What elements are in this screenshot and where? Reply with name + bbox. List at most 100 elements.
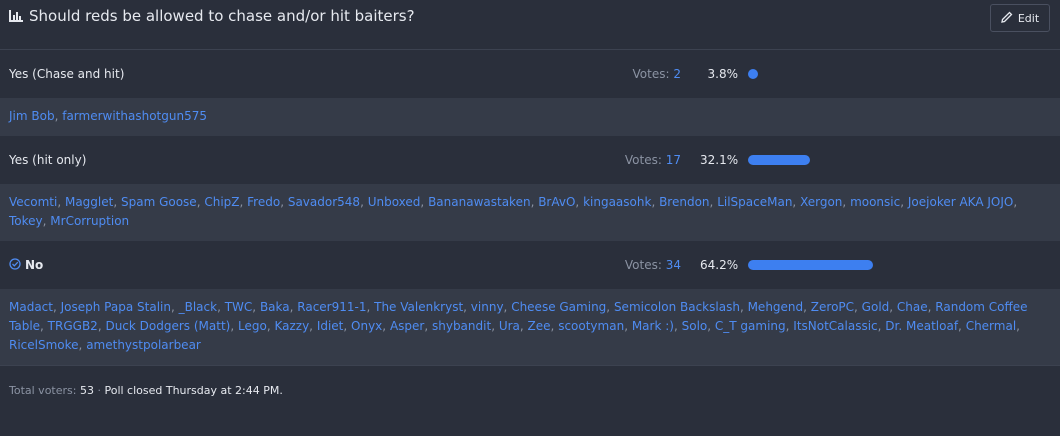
voter-separator: ,	[382, 319, 390, 333]
voter-link[interactable]: Savador548	[288, 195, 360, 209]
voter-link[interactable]: moonsic	[850, 195, 900, 209]
voter-link[interactable]: Jim Bob	[9, 109, 55, 123]
voter-link[interactable]: ZeroPC	[811, 300, 854, 314]
voter-link[interactable]: shybandit	[432, 319, 491, 333]
poll-title-text: Should reds be allowed to chase and/or h…	[29, 7, 415, 25]
voter-separator: ,	[707, 319, 715, 333]
voter-separator: ,	[900, 195, 908, 209]
option-bar-track	[748, 260, 942, 270]
option-label: No	[9, 257, 43, 273]
poll-option-row: Yes (hit only) Votes: 17 32.1%	[0, 136, 1060, 184]
poll-title: Should reds be allowed to chase and/or h…	[9, 7, 415, 25]
voter-link[interactable]: Solo	[682, 319, 708, 333]
voter-link[interactable]: Zee	[528, 319, 551, 333]
total-voters-label: Total voters:	[9, 384, 77, 397]
voter-separator: ,	[1013, 195, 1018, 209]
voter-link[interactable]: farmerwithashotgun575	[62, 109, 207, 123]
edit-button[interactable]: Edit	[990, 4, 1050, 32]
poll-header: Should reds be allowed to chase and/or h…	[0, 0, 1060, 50]
voter-separator: ,	[57, 195, 65, 209]
option-bar-track	[748, 155, 942, 165]
voter-link[interactable]: Idiet	[317, 319, 344, 333]
voter-separator: ,	[366, 300, 375, 314]
voter-separator: ,	[958, 319, 966, 333]
voter-separator: ,	[854, 300, 862, 314]
voter-link[interactable]: Baka	[260, 300, 290, 314]
votes-count-link[interactable]: 2	[673, 67, 681, 81]
voter-link[interactable]: Dr. Meatloaf	[885, 319, 958, 333]
voter-link[interactable]: Fredo	[247, 195, 280, 209]
voter-link[interactable]: Chermal	[966, 319, 1016, 333]
voter-separator: ,	[52, 300, 61, 314]
voter-link[interactable]: BrAvO	[538, 195, 575, 209]
voter-link[interactable]: ChipZ	[204, 195, 239, 209]
voter-link[interactable]: MrCorruption	[50, 214, 129, 228]
voter-link[interactable]: C_T gaming	[715, 319, 786, 333]
bar-chart-icon	[9, 10, 23, 22]
voter-separator: ,	[463, 300, 471, 314]
voter-separator: ,	[424, 319, 432, 333]
voter-separator: ,	[651, 195, 660, 209]
voter-link[interactable]: amethystpolarbear	[86, 338, 201, 352]
voter-link[interactable]: Brendon	[659, 195, 709, 209]
voter-link[interactable]: Magglet	[65, 195, 113, 209]
voter-link[interactable]: RicelSmoke	[9, 338, 79, 352]
poll-closed-text: Poll closed Thursday at 2:44 PM.	[104, 384, 283, 397]
voter-separator: ,	[673, 319, 682, 333]
voter-separator: ,	[360, 195, 368, 209]
voter-link[interactable]: Kazzy	[274, 319, 309, 333]
option-percent: 64.2%	[700, 258, 739, 272]
voter-link[interactable]: The Valenkryst	[374, 300, 463, 314]
voter-link[interactable]: Joejoker AKA JOJO	[908, 195, 1013, 209]
poll-option-row: No Votes: 34 64.2%	[0, 241, 1060, 289]
option-votes: Votes: 2	[633, 67, 681, 81]
voter-separator: ,	[842, 195, 851, 209]
voter-link[interactable]: TWC	[225, 300, 253, 314]
voter-link[interactable]: Racer911-1	[297, 300, 366, 314]
voter-link[interactable]: scootyman	[558, 319, 624, 333]
voter-link[interactable]: Semicolon Backslash	[614, 300, 740, 314]
poll-footer: Total voters: 53 · Poll closed Thursday …	[0, 365, 1060, 406]
voter-link[interactable]: _Black	[179, 300, 217, 314]
voter-separator: ,	[420, 195, 429, 209]
footer-separator: ·	[97, 384, 101, 397]
voter-link[interactable]: Gold	[862, 300, 890, 314]
voter-separator: ,	[40, 319, 48, 333]
voter-list: Madact, Joseph Papa Stalin, _Black, TWC,…	[0, 289, 1060, 365]
voter-separator: ,	[343, 319, 352, 333]
voter-link[interactable]: Chae	[897, 300, 928, 314]
voter-link[interactable]: Ura	[499, 319, 520, 333]
voter-separator: ,	[491, 319, 499, 333]
voter-link[interactable]: kingaasohk	[583, 195, 651, 209]
voter-separator: ,	[217, 300, 225, 314]
voter-link[interactable]: Cheese Gaming	[511, 300, 606, 314]
voter-link[interactable]: Mark :)	[632, 319, 674, 333]
voter-link[interactable]: Vecomti	[9, 195, 57, 209]
poll-container: Should reds be allowed to chase and/or h…	[0, 0, 1060, 406]
check-circle-icon	[9, 257, 21, 273]
votes-label: Votes:	[632, 67, 670, 81]
voter-link[interactable]: Mehgend	[748, 300, 804, 314]
voter-separator: ,	[280, 195, 288, 209]
voter-link[interactable]: LilSpaceMan	[717, 195, 792, 209]
voter-separator: ,	[252, 300, 260, 314]
voter-separator: ,	[309, 319, 317, 333]
voter-link[interactable]: Asper	[390, 319, 424, 333]
voter-link[interactable]: Bananawastaken	[428, 195, 531, 209]
voter-link[interactable]: Madact	[9, 300, 53, 314]
voter-link[interactable]: Xergon	[800, 195, 842, 209]
votes-count-link[interactable]: 17	[666, 153, 681, 167]
option-label: Yes (Chase and hit)	[9, 67, 125, 81]
votes-count-link[interactable]: 34	[666, 258, 681, 272]
voter-link[interactable]: Spam Goose	[121, 195, 197, 209]
voter-link[interactable]: Joseph Papa Stalin	[61, 300, 171, 314]
voter-link[interactable]: Tokey	[9, 214, 43, 228]
voter-link[interactable]: Lego	[238, 319, 267, 333]
voter-link[interactable]: Unboxed	[368, 195, 421, 209]
voter-link[interactable]: vinny	[471, 300, 504, 314]
voter-link[interactable]: Onyx	[351, 319, 382, 333]
voter-link[interactable]: Duck Dodgers (Matt)	[105, 319, 230, 333]
total-voters-count: 53	[79, 384, 94, 397]
voter-link[interactable]: TRGGB2	[48, 319, 98, 333]
voter-link[interactable]: ItsNotCalassic	[793, 319, 877, 333]
